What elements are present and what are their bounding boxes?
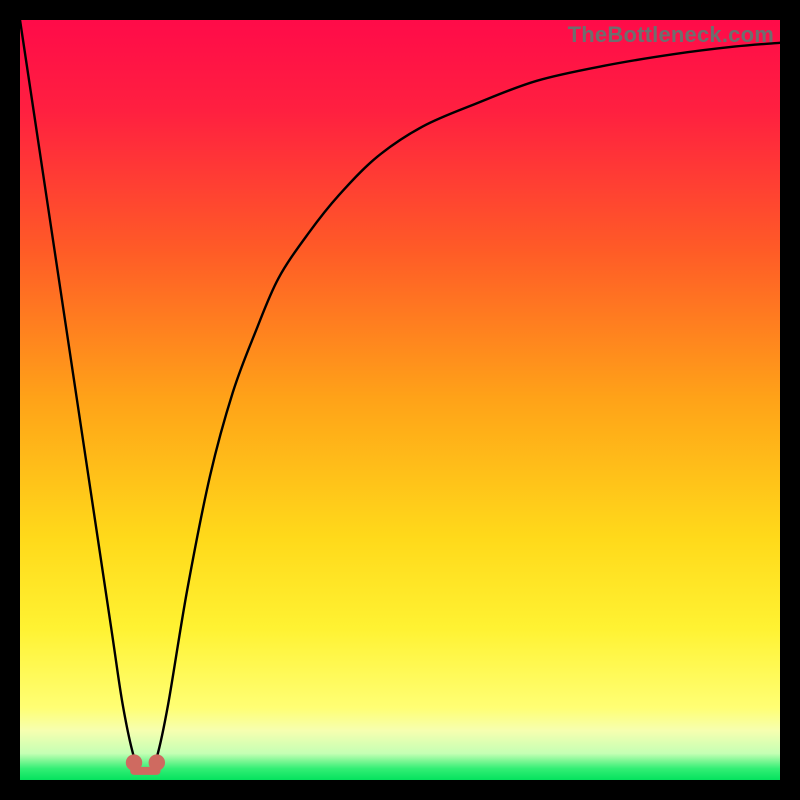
base-marker-right [149, 754, 165, 770]
chart-frame: TheBottleneck.com [20, 20, 780, 780]
base-marker-left [126, 754, 142, 770]
gradient-background [20, 20, 780, 780]
chart-canvas [20, 20, 780, 780]
